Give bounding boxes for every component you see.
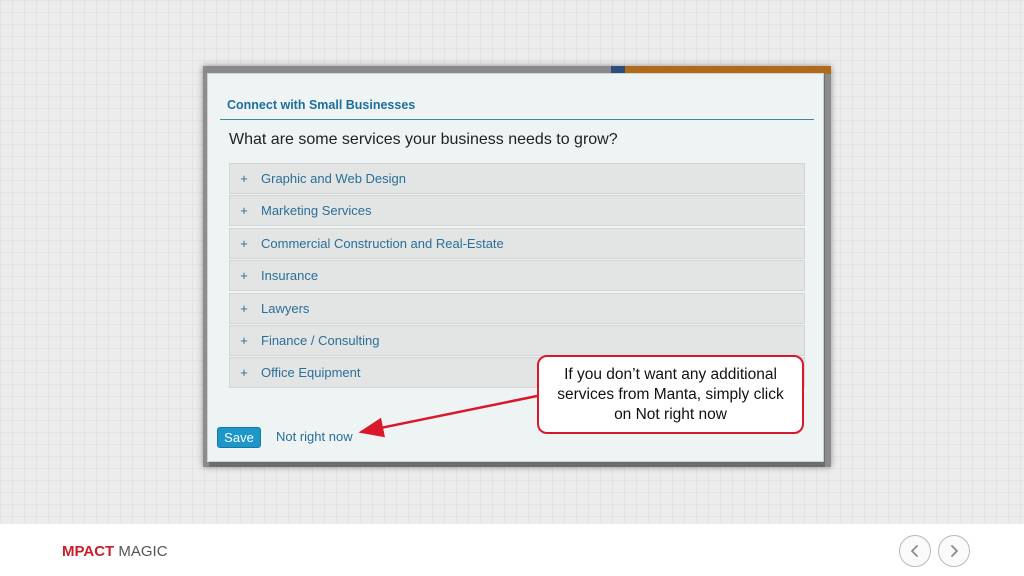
expand-plus-icon: + [240, 365, 248, 381]
background-right-edge [825, 74, 831, 467]
not-right-now-link[interactable]: Not right now [276, 429, 353, 444]
service-label: Lawyers [261, 300, 310, 316]
service-item-insurance[interactable]: + Insurance [229, 260, 805, 292]
brand-name-sub: MAGIC [118, 543, 168, 560]
service-item-marketing-services[interactable]: + Marketing Services [229, 195, 805, 227]
chevron-right-icon [951, 545, 958, 557]
services-question: What are some services your business nee… [229, 131, 618, 148]
brand-name-main: MPACT [62, 543, 115, 560]
service-label: Finance / Consulting [261, 332, 380, 348]
service-label: Insurance [261, 268, 319, 284]
service-label: Graphic and Web Design [261, 171, 407, 186]
expand-plus-icon: + [240, 235, 248, 251]
modal-title: Connect with Small Businesses [227, 98, 416, 112]
expand-plus-icon: + [240, 268, 248, 284]
service-item-lawyers[interactable]: + Lawyers [229, 292, 805, 324]
next-slide-button[interactable] [938, 535, 970, 567]
callout-text: If you don’t want any additional service… [557, 365, 784, 423]
service-label: Marketing Services [261, 203, 372, 219]
slide-footer: MPACT MAGIC [0, 524, 1024, 576]
previous-slide-button[interactable] [899, 535, 931, 567]
save-button[interactable]: Save [217, 427, 261, 448]
expand-plus-icon: + [240, 171, 248, 186]
expand-plus-icon: + [240, 300, 248, 316]
service-item-commercial-construction[interactable]: + Commercial Construction and Real-Estat… [229, 227, 805, 259]
slide-area: Connect with Small Businesses What are s… [0, 0, 1024, 524]
service-label: Office Equipment [261, 365, 361, 381]
brand-logo: MPACT MAGIC [62, 543, 168, 560]
instruction-callout: If you don’t want any additional service… [537, 355, 804, 434]
service-item-finance-consulting[interactable]: + Finance / Consulting [229, 324, 805, 356]
expand-plus-icon: + [240, 332, 248, 348]
service-label: Commercial Construction and Real-Estate [261, 235, 504, 251]
expand-plus-icon: + [240, 203, 248, 219]
chevron-left-icon [911, 545, 918, 557]
service-item-graphic-web-design[interactable]: + Graphic and Web Design [229, 163, 805, 194]
modal-header: Connect with Small Businesses [220, 96, 814, 120]
